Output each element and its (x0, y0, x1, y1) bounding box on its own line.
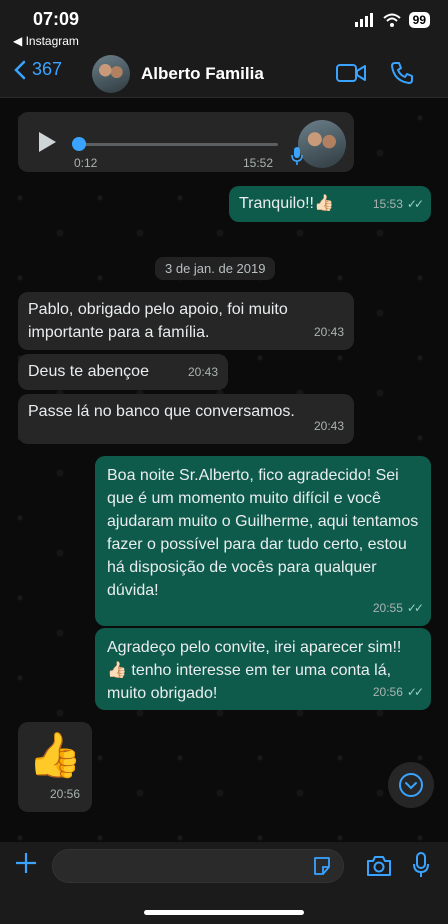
wifi-icon (382, 13, 401, 27)
message-outgoing[interactable]: Boa noite Sr.Alberto, fico agradecido! S… (95, 456, 431, 626)
chevron-down-icon (399, 773, 423, 797)
battery-badge: 99 (408, 12, 430, 28)
message-time: 20:43 (313, 325, 344, 339)
message-input[interactable] (52, 849, 344, 883)
message-text: Passe lá no banco que conversamos. (28, 403, 295, 420)
audio-progress-handle[interactable] (72, 137, 86, 151)
camera-icon[interactable] (366, 855, 392, 877)
read-ticks-icon: ✓✓ (406, 197, 424, 211)
message-text: Deus te abençoe (28, 363, 149, 380)
message-meta: 20:43 (188, 361, 218, 384)
message-text: Pablo, obrigado pelo apoio, foi muito im… (28, 301, 288, 341)
read-ticks-icon: ✓✓ (406, 685, 424, 699)
message-meta: 20:43 (314, 415, 344, 438)
message-meta: 20:56 ✓✓ (372, 681, 424, 704)
microphone-icon (291, 147, 303, 165)
audio-progress-track[interactable] (74, 143, 278, 146)
message-meta: 15:53 ✓✓ (372, 193, 424, 216)
clock: 07:09 (33, 9, 80, 29)
contact-avatar[interactable] (92, 55, 130, 93)
status-bar: 07:09 ◀ Instagram 99 (0, 0, 448, 50)
message-meta: 20:43 (314, 321, 344, 344)
message-meta: 20:56 (50, 783, 80, 806)
message-text: Agradeço pelo convite, irei aparecer sim… (107, 639, 402, 702)
signal-icon (354, 13, 373, 27)
message-input-bar (0, 842, 448, 924)
message-text: Boa noite Sr.Alberto, fico agradecido! S… (107, 467, 419, 599)
voice-message: 0:12 15:52 (18, 112, 354, 172)
home-indicator (144, 910, 304, 915)
phone-call-icon[interactable] (390, 61, 414, 85)
chat-header: 367 Alberto Familia (0, 50, 448, 98)
scroll-to-bottom-button[interactable] (388, 762, 434, 808)
sender-avatar (298, 120, 346, 168)
thumbs-up-emoji: 👍 (27, 731, 83, 780)
message-incoming[interactable]: Deus te abençoe 20:43 (18, 354, 228, 390)
plus-icon[interactable] (14, 851, 38, 875)
date-separator: 3 de jan. de 2019 (155, 257, 276, 280)
message-time: 20:43 (187, 365, 218, 379)
play-icon[interactable] (39, 132, 56, 152)
message-outgoing[interactable]: Tranquilo!!👍🏻 15:53 ✓✓ (229, 186, 431, 222)
sticker-icon[interactable] (312, 856, 332, 876)
status-icons: 99 (354, 12, 430, 28)
back-button[interactable]: 367 (14, 59, 62, 80)
message-time: 20:56 (49, 787, 80, 801)
message-time: 20:43 (313, 419, 344, 433)
message-outgoing[interactable]: Agradeço pelo convite, irei aparecer sim… (95, 628, 431, 710)
message-time: 15:52 (243, 156, 274, 170)
chat-area[interactable]: 0:12 15:52 Tranquilo!!👍🏻 15:53 ✓✓ 3 de j… (0, 98, 448, 842)
microphone-icon[interactable] (412, 852, 430, 878)
chevron-left-icon (14, 60, 26, 79)
message-incoming-emoji[interactable]: 👍 20:56 (18, 722, 92, 812)
message-text: Tranquilo!!👍🏻 (239, 195, 334, 212)
audio-duration: 0:12 (74, 156, 98, 170)
message-incoming[interactable]: Passe lá no banco que conversamos. 20:43 (18, 394, 354, 444)
unread-count: 367 (32, 59, 63, 79)
video-call-icon[interactable] (336, 62, 366, 84)
message-time: 20:56 (372, 685, 403, 699)
contact-name[interactable]: Alberto Familia (141, 64, 264, 84)
message-time: 15:53 (372, 197, 403, 211)
message-meta: 20:55 ✓✓ (372, 597, 424, 620)
message-incoming[interactable]: Pablo, obrigado pelo apoio, foi muito im… (18, 292, 354, 350)
back-to-instagram-link[interactable]: ◀ Instagram (13, 34, 79, 48)
read-ticks-icon: ✓✓ (406, 601, 424, 615)
message-time: 20:55 (372, 601, 403, 615)
